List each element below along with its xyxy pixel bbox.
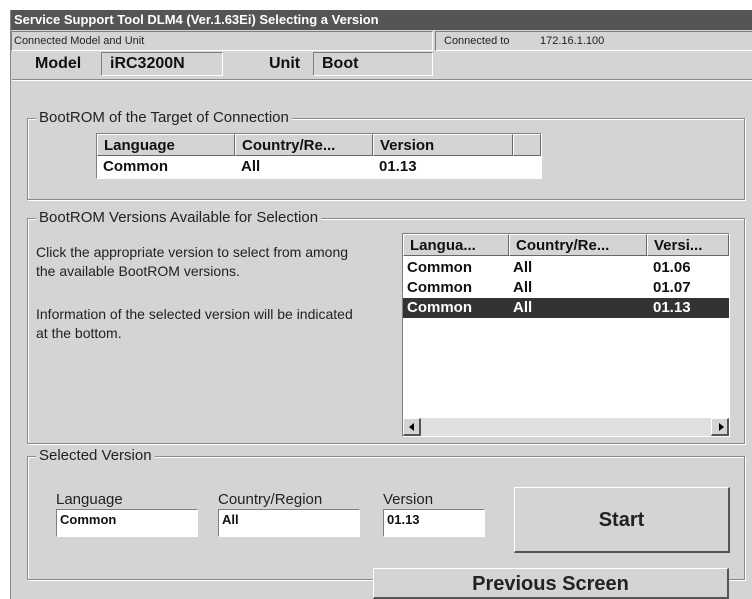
cell-language: Common [407,299,472,316]
window-title: Service Support Tool DLM4 (Ver.1.63Ei) S… [11,10,752,30]
instruction-text-2: Information of the selected version will… [36,306,353,341]
previous-screen-button[interactable]: Previous Screen [373,568,729,599]
target-bootrom-list: Language Country/Re... Version Common Al… [96,133,542,179]
available-versions-group: BootROM Versions Available for Selection… [27,209,745,444]
connection-section-label: Connected Model and Unit [14,35,145,47]
language-field[interactable]: Common [56,509,198,537]
version-field[interactable]: 01.13 [383,509,485,537]
column-header-version[interactable]: Version [373,134,513,156]
start-button[interactable]: Start [514,487,730,553]
version-label: Version [383,491,434,508]
list-item[interactable]: Common All 01.06 [403,258,729,278]
cell-version: 01.13 [379,158,417,175]
list-item[interactable]: Common All 01.07 [403,278,729,298]
connected-to-frame: Connected to 172.16.1.100 [435,31,752,51]
scroll-left-button[interactable] [403,418,421,436]
arrow-left-icon [409,423,414,431]
column-header-country[interactable]: Country/Re... [509,234,647,256]
unit-value: Boot [322,55,359,72]
ip-address: 172.16.1.100 [540,35,605,47]
cell-version: 01.13 [653,299,691,316]
cell-version: 01.06 [653,259,691,276]
column-header-version[interactable]: Versi... [647,234,729,256]
column-header-language[interactable]: Langua... [403,234,509,256]
horizontal-scrollbar[interactable] [403,418,729,436]
unit-label: Unit [269,55,301,72]
arrow-right-icon [719,423,724,431]
cell-country: All [513,279,533,296]
connected-to-label: Connected to [444,35,510,47]
target-bootrom-group: BootROM of the Target of Connection Lang… [27,109,745,200]
model-value-box: iRC3200N [101,52,223,76]
model-label: Model [35,55,82,72]
available-versions-title: BootROM Versions Available for Selection [36,209,322,226]
language-label: Language [56,491,123,508]
connection-bar: Connected Model and Unit Connected to 17… [11,31,752,51]
connection-section-frame: Connected Model and Unit [11,31,433,51]
available-versions-list[interactable]: Langua... Country/Re... Versi... Common … [402,233,730,437]
column-header-language[interactable]: Language [97,134,235,156]
selected-version-title: Selected Version [36,447,155,464]
selected-version-group: Selected Version Language Common Country… [27,447,745,580]
cell-version: 01.07 [653,279,691,296]
app-window: Service Support Tool DLM4 (Ver.1.63Ei) S… [10,10,752,599]
separator [12,79,752,81]
instruction-text-1: Click the appropriate version to select … [36,244,349,279]
scroll-right-button[interactable] [711,418,729,436]
model-unit-row: Model iRC3200N Unit Boot [11,51,752,77]
cell-country: All [513,299,533,316]
cell-language: Common [407,279,472,296]
list-item-selected[interactable]: Common All 01.13 [403,298,729,318]
cell-language: Common [407,259,472,276]
cell-country: All [241,158,261,175]
country-label: Country/Region [218,491,323,508]
unit-value-box: Boot [313,52,433,76]
cell-country: All [513,259,533,276]
model-value: iRC3200N [110,55,185,72]
table-row: Common All 01.13 [97,156,541,178]
column-header-empty [513,134,541,156]
cell-language: Common [103,158,168,175]
column-header-country[interactable]: Country/Re... [235,134,373,156]
country-field[interactable]: All [218,509,360,537]
target-bootrom-title: BootROM of the Target of Connection [36,109,292,126]
